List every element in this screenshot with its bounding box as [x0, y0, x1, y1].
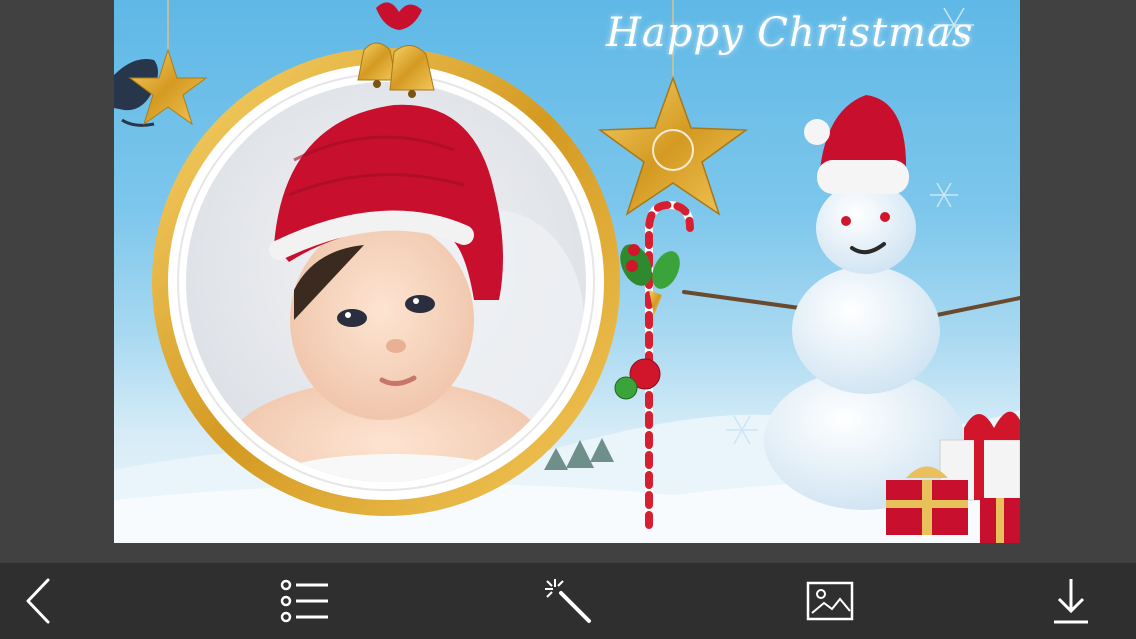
christmas-card-preview: Happy Christmas	[114, 0, 1020, 543]
save-button[interactable]	[1031, 563, 1111, 639]
gallery-button[interactable]	[790, 563, 870, 639]
list-icon	[280, 579, 328, 623]
chevron-left-icon	[26, 578, 50, 624]
greeting-text: Happy Christmas	[606, 10, 974, 56]
effects-button[interactable]	[528, 563, 608, 639]
card-artwork	[114, 0, 1020, 543]
frames-list-button[interactable]	[265, 563, 345, 639]
image-icon	[806, 581, 854, 621]
back-button[interactable]	[0, 563, 80, 639]
magic-wand-icon	[545, 579, 591, 623]
download-icon	[1054, 579, 1088, 624]
bottom-toolbar	[0, 563, 1136, 639]
